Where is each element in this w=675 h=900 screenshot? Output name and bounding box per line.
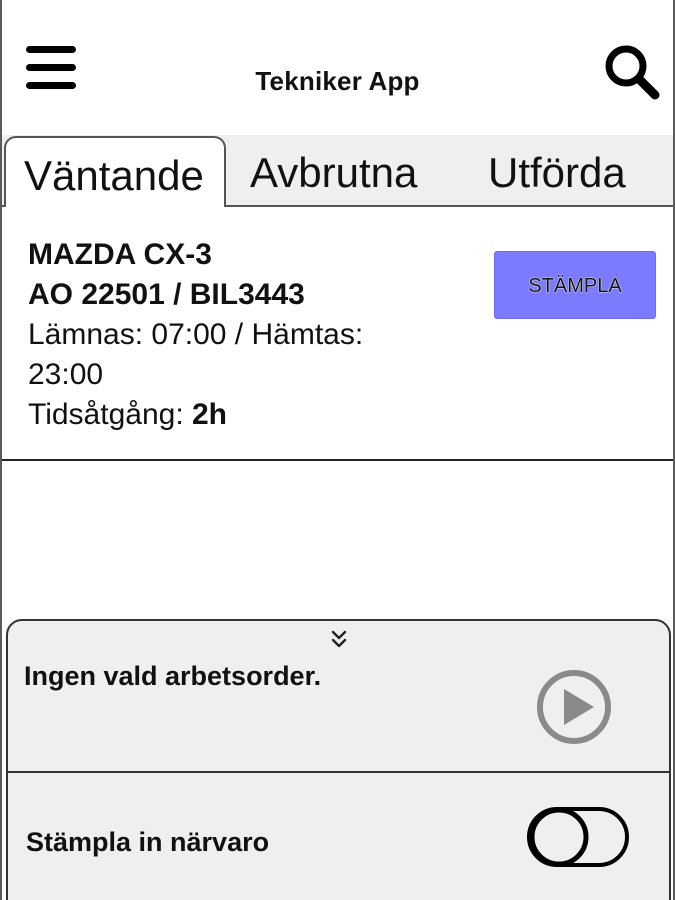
drop-off-pickup-times: Lämnas: 07:00 / Hämtas:	[28, 318, 364, 351]
app-title: Tekniker App	[255, 66, 420, 96]
presence-label: Stämpla in närvaro	[26, 827, 270, 857]
time-estimate-value: 2h	[192, 398, 228, 431]
app-frame: Tekniker App Väntande Avbrutna Utförda M…	[0, 0, 675, 900]
stampla-button[interactable]: STÄMPLA	[494, 251, 656, 319]
no-order-status-text: Ingen vald arbetsorder.	[24, 661, 322, 691]
car-model: MAZDA CX-3	[28, 238, 212, 271]
pickup-time-continued: 23:00	[28, 358, 104, 391]
panel-divider	[6, 771, 671, 773]
tab-bar: Väntande Avbrutna Utförda	[2, 135, 673, 207]
app-header: Tekniker App	[2, 0, 673, 135]
presence-toggle-switch[interactable]	[526, 805, 630, 871]
play-circle-icon[interactable]	[534, 667, 614, 747]
search-icon[interactable]	[602, 44, 662, 100]
double-chevron-down-icon[interactable]	[328, 629, 350, 651]
time-estimate: Tidsåtgång: 2h	[28, 395, 448, 435]
order-ids: AO 22501 / BIL3443	[28, 278, 305, 311]
work-order-card[interactable]: MAZDA CX-3 AO 22501 / BIL3443 Lämnas: 07…	[2, 207, 673, 461]
tab-utforda[interactable]: Utförda	[488, 135, 626, 207]
bottom-status-panel: Ingen vald arbetsorder. Stämpla in närva…	[6, 619, 671, 900]
work-order-details: MAZDA CX-3 AO 22501 / BIL3443 Lämnas: 07…	[28, 235, 448, 435]
time-estimate-label: Tidsåtgång:	[28, 398, 192, 431]
tab-avbrutna[interactable]: Avbrutna	[250, 135, 417, 207]
tab-vantande[interactable]: Väntande	[4, 136, 226, 207]
